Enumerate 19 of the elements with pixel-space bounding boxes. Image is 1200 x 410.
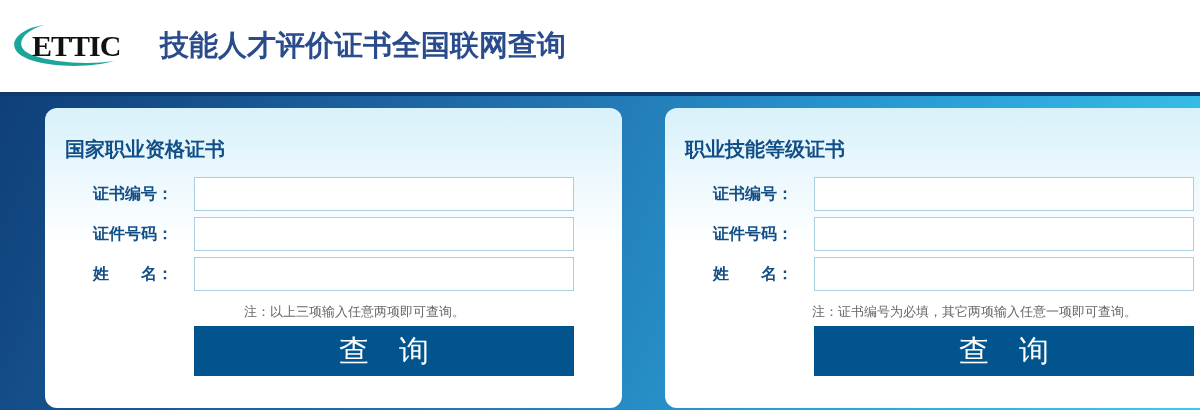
input-field[interactable]	[194, 217, 574, 251]
query-button[interactable]: 查 询	[194, 326, 574, 376]
site-title: 技能人才评价证书全国联网查询	[160, 27, 566, 64]
query-button[interactable]: 查 询	[814, 326, 1194, 376]
input-field[interactable]	[194, 177, 574, 211]
field-label: 证件号码：	[91, 223, 174, 245]
card-title: 国家职业资格证书	[65, 136, 226, 163]
note-text: 注：证书编号为必填，其它两项输入任意一项即可查询。	[810, 303, 1138, 321]
input-field[interactable]	[194, 257, 574, 291]
note-text: 注：以上三项输入任意两项即可查询。	[242, 303, 466, 321]
card-title: 职业技能等级证书	[685, 136, 846, 163]
input-field[interactable]	[814, 257, 1194, 291]
field-label: 证书编号：	[91, 183, 174, 205]
input-field[interactable]	[814, 177, 1194, 211]
field-label: 证件号码：	[711, 223, 794, 245]
input-field[interactable]	[814, 217, 1194, 251]
field-label: 证书编号：	[711, 183, 794, 205]
field-label: 姓 名：	[91, 263, 174, 285]
field-label: 姓 名：	[711, 263, 794, 285]
